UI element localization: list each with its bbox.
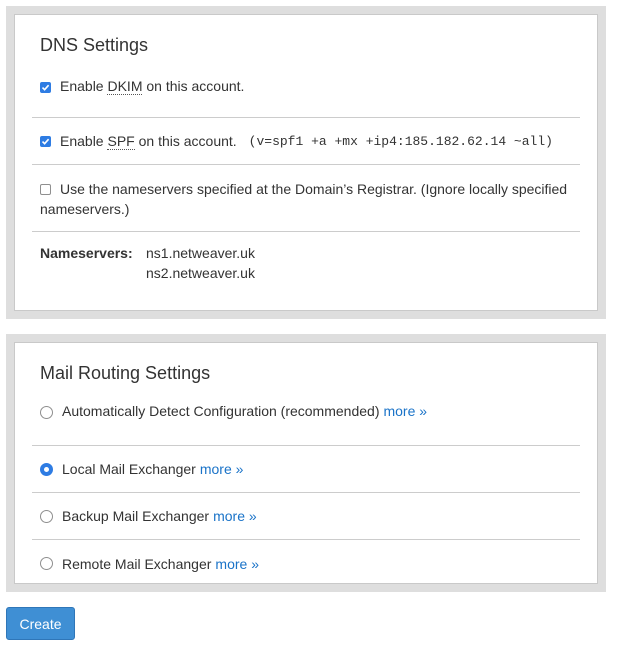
- routing-radio-auto[interactable]: [40, 406, 53, 419]
- nameservers-label: Nameservers:: [40, 245, 133, 261]
- more-link-local[interactable]: more »: [200, 461, 244, 477]
- dkim-label: Enable DKIM on this account.: [60, 78, 245, 95]
- spf-row[interactable]: Enable SPF on this account. (v=spf1 +a +…: [32, 118, 580, 165]
- more-link-remote[interactable]: more »: [215, 556, 259, 572]
- registrar-checkbox[interactable]: [40, 184, 51, 195]
- routing-radio-remote[interactable]: [40, 557, 53, 570]
- routing-label-auto: Automatically Detect Configuration (reco…: [62, 403, 380, 419]
- dkim-row[interactable]: Enable DKIM on this account.: [32, 71, 580, 118]
- spf-record: (v=spf1 +a +mx +ip4:185.182.62.14 ~all): [248, 133, 553, 149]
- spf-label: Enable SPF on this account.: [60, 133, 237, 150]
- dns-settings-frame: DNS Settings Enable DKIM on this account…: [6, 6, 606, 319]
- registrar-row[interactable]: Use the nameservers specified at the Dom…: [32, 165, 580, 232]
- spf-abbr: SPF: [107, 133, 135, 150]
- more-link-auto[interactable]: more »: [383, 403, 427, 419]
- create-button[interactable]: Create: [6, 607, 75, 640]
- mail-routing-title: Mail Routing Settings: [40, 363, 211, 383]
- spf-checkbox[interactable]: [40, 135, 51, 147]
- routing-radio-backup[interactable]: [40, 509, 53, 523]
- more-link-backup[interactable]: more »: [213, 508, 257, 524]
- dns-settings-panel: DNS Settings Enable DKIM on this account…: [14, 14, 598, 311]
- mail-routing-frame: Mail Routing Settings Automatically Dete…: [6, 334, 606, 592]
- routing-label-remote: Remote Mail Exchanger: [62, 555, 212, 572]
- dkim-checkbox[interactable]: [40, 82, 51, 93]
- registrar-label: Use the nameservers specified at the Dom…: [40, 181, 568, 217]
- nameservers-row: Nameservers: ns1.netweaver.uk ns2.netwea…: [32, 232, 580, 290]
- routing-radio-local[interactable]: [40, 462, 53, 476]
- routing-option-remote[interactable]: Remote Mail Exchanger more »: [32, 540, 580, 587]
- routing-label-local: Local Mail Exchanger: [62, 461, 196, 477]
- nameservers-list: ns1.netweaver.uk ns2.netweaver.uk: [146, 243, 255, 283]
- routing-option-auto[interactable]: Automatically Detect Configuration (reco…: [32, 399, 580, 446]
- dns-settings-title: DNS Settings: [40, 35, 149, 55]
- mail-routing-panel: Mail Routing Settings Automatically Dete…: [14, 342, 598, 584]
- nameserver-2: ns2.netweaver.uk: [146, 265, 255, 281]
- dkim-abbr: DKIM: [107, 78, 143, 95]
- routing-label-backup: Backup Mail Exchanger: [62, 508, 210, 524]
- nameserver-1: ns1.netweaver.uk: [146, 245, 255, 261]
- checkmark-icon: [41, 84, 50, 91]
- checkmark-icon: [41, 138, 50, 145]
- routing-option-local[interactable]: Local Mail Exchanger more »: [32, 446, 580, 493]
- routing-option-backup[interactable]: Backup Mail Exchanger more »: [32, 493, 580, 540]
